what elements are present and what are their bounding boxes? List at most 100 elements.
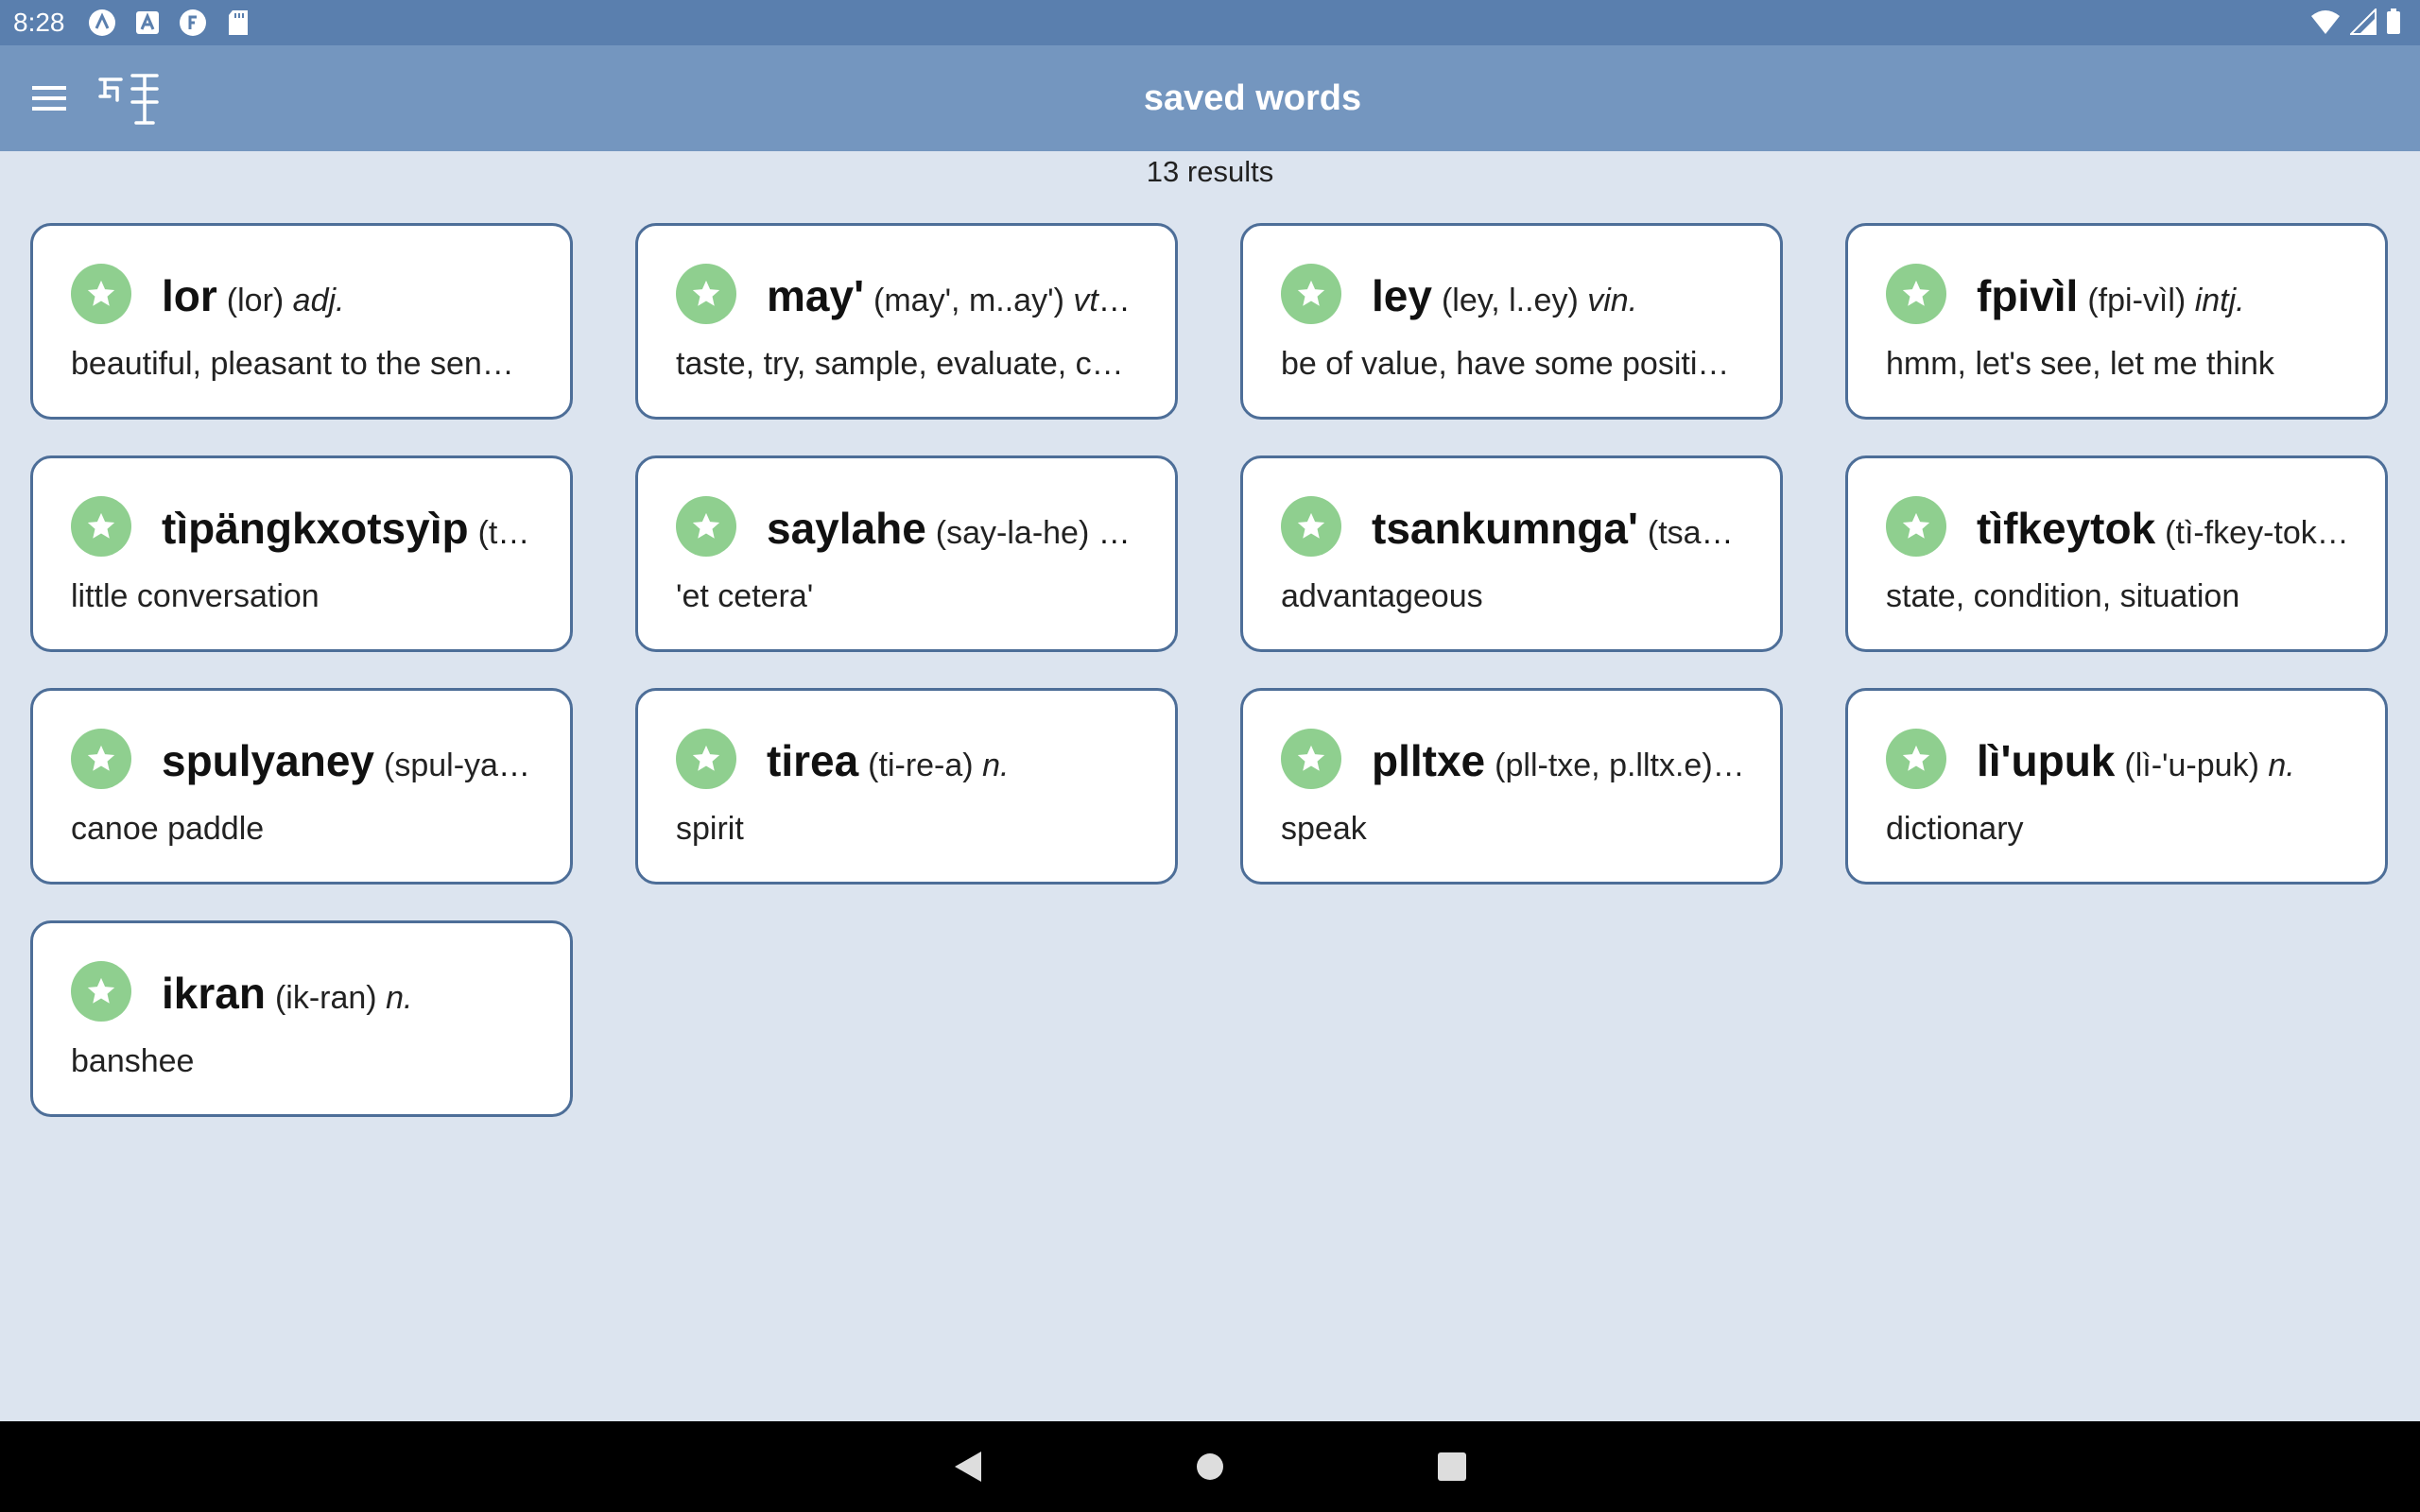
star-icon bbox=[1902, 280, 1930, 306]
word-title: tìpängkxotsyìp bbox=[162, 504, 469, 553]
pronunciation: (spul-ya-… bbox=[384, 747, 536, 783]
pronunciation: (ti-re-a) bbox=[868, 747, 974, 783]
definition: state, condition, situation bbox=[1886, 578, 2240, 614]
card-header: spulyaney (spul-ya-… bbox=[162, 732, 536, 794]
navigation-bar bbox=[0, 1421, 2420, 1512]
word-card[interactable]: tsankumnga' (tsan… advantageous bbox=[1240, 455, 1783, 652]
text-a-icon bbox=[132, 8, 163, 38]
favorite-star-button[interactable] bbox=[71, 961, 131, 1022]
star-icon bbox=[1297, 280, 1325, 306]
card-header: lì'upuk (lì-'u-puk) n. bbox=[1977, 732, 2351, 794]
home-icon bbox=[1197, 1453, 1223, 1480]
back-icon bbox=[955, 1452, 981, 1482]
pronunciation: (pll-txe, p.lltx.e)… bbox=[1495, 747, 1745, 783]
card-header: saylahe(say-la-he) a… bbox=[767, 500, 1141, 561]
card-header: tsankumnga' (tsan… bbox=[1372, 500, 1746, 561]
word-title: tirea bbox=[767, 736, 859, 785]
star-icon bbox=[692, 512, 720, 539]
star-icon bbox=[692, 745, 720, 771]
favorite-star-button[interactable] bbox=[71, 264, 131, 324]
card-header: tirea (ti-re-a) n. bbox=[767, 732, 1141, 794]
pronunciation: (ik-ran) bbox=[274, 980, 377, 1016]
part-of-speech: n. bbox=[2268, 747, 2295, 783]
favorite-star-button[interactable] bbox=[1281, 264, 1341, 324]
word-title: tsankumnga' bbox=[1372, 504, 1638, 553]
pronunciation: (tì-… bbox=[477, 515, 536, 551]
card-header: lor (lor) adj. bbox=[162, 267, 536, 329]
word-card[interactable]: ikran (ik-ran) n. banshee bbox=[30, 920, 573, 1117]
definition: speak bbox=[1281, 811, 1367, 847]
word-title: fpivìl bbox=[1977, 271, 2079, 320]
definition: dictionary bbox=[1886, 811, 2024, 847]
definition: 'et cetera' bbox=[676, 578, 814, 614]
word-title: lì'upuk bbox=[1977, 736, 2116, 785]
favorite-star-button[interactable] bbox=[676, 264, 736, 324]
card-header: ikran (ik-ran) n. bbox=[162, 965, 536, 1026]
definition: taste, try, sample, evaluate, c… bbox=[676, 346, 1124, 382]
favorite-star-button[interactable] bbox=[1281, 496, 1341, 557]
word-title: ikran bbox=[162, 969, 266, 1018]
part-of-speech: vin. bbox=[1587, 283, 1638, 318]
definition: advantageous bbox=[1281, 578, 1483, 614]
definition: hmm, let's see, let me think bbox=[1886, 346, 2274, 382]
saved-words-grid: lor (lor) adj. beautiful, pleasant to the … bbox=[30, 223, 2390, 1117]
word-card[interactable]: tirea (ti-re-a) n. spirit bbox=[635, 688, 1178, 885]
part-of-speech: n. bbox=[982, 747, 1010, 783]
word-card[interactable]: lì'upuk (lì-'u-puk) n. dictionary bbox=[1845, 688, 2388, 885]
star-icon bbox=[1297, 745, 1325, 771]
back-button[interactable] bbox=[945, 1444, 991, 1489]
word-card[interactable]: plltxe (pll-txe, p.lltx.e)… speak bbox=[1240, 688, 1783, 885]
part-of-speech: vtr… bbox=[1073, 283, 1141, 318]
star-icon bbox=[1902, 512, 1930, 539]
favorite-star-button[interactable] bbox=[676, 729, 736, 789]
pronunciation: (lì-'u-puk) bbox=[2124, 747, 2259, 783]
definition: beautiful, pleasant to the sen… bbox=[71, 346, 514, 382]
word-card[interactable]: lor (lor) adj. beautiful, pleasant to the … bbox=[30, 223, 573, 420]
results-count: 13 results bbox=[1146, 155, 1274, 188]
filter-button[interactable] bbox=[95, 68, 166, 129]
star-icon bbox=[87, 977, 115, 1004]
sd-card-icon bbox=[223, 8, 253, 38]
favorite-star-button[interactable] bbox=[1886, 264, 1946, 324]
part-of-speech: intj. bbox=[2194, 283, 2245, 318]
favorite-star-button[interactable] bbox=[71, 496, 131, 557]
part-of-speech: adj. bbox=[292, 283, 345, 318]
word-card[interactable]: tìpängkxotsyìp(tì-… little conversation bbox=[30, 455, 573, 652]
recents-icon bbox=[1438, 1452, 1466, 1481]
status-time: 8:28 bbox=[13, 8, 65, 37]
word-card[interactable]: saylahe(say-la-he) a… 'et cetera' bbox=[635, 455, 1178, 652]
word-card[interactable]: tìfkeytok (tì-fkey-tok… state, condition,… bbox=[1845, 455, 2388, 652]
favorite-star-button[interactable] bbox=[676, 496, 736, 557]
pronunciation: (tsan… bbox=[1647, 515, 1746, 551]
recents-button[interactable] bbox=[1429, 1444, 1475, 1489]
favorite-star-button[interactable] bbox=[1886, 496, 1946, 557]
favorite-star-button[interactable] bbox=[1886, 729, 1946, 789]
part-of-speech: a… bbox=[1098, 515, 1141, 551]
app-bar: saved words bbox=[0, 45, 2420, 151]
word-title: tìfkeytok bbox=[1977, 504, 2156, 553]
menu-button[interactable] bbox=[26, 76, 72, 121]
hamburger-menu-icon bbox=[32, 86, 66, 111]
word-card[interactable]: fpivìl (fpi-vìl) intj. hmm, let's see, let… bbox=[1845, 223, 2388, 420]
home-button[interactable] bbox=[1187, 1444, 1233, 1489]
word-title: ley bbox=[1372, 271, 1432, 320]
card-header: ley (ley, l..ey) vin. bbox=[1372, 267, 1746, 329]
status-notification-icons bbox=[87, 8, 253, 38]
word-card[interactable]: may' (may', m..ay') vtr… taste, try, sampl… bbox=[635, 223, 1178, 420]
card-header: fpivìl (fpi-vìl) intj. bbox=[1977, 267, 2351, 329]
pronunciation: (say-la-he) bbox=[935, 515, 1090, 551]
favorite-star-button[interactable] bbox=[1281, 729, 1341, 789]
pronunciation: (lor) bbox=[226, 283, 285, 318]
word-title: plltxe bbox=[1372, 736, 1486, 785]
favorite-star-button[interactable] bbox=[71, 729, 131, 789]
definition: canoe paddle bbox=[71, 811, 265, 847]
definition: banshee bbox=[71, 1043, 195, 1079]
star-icon bbox=[87, 280, 115, 306]
status-bar: 8:28 bbox=[0, 0, 2420, 45]
definition: be of value, have some positi… bbox=[1281, 346, 1730, 382]
word-card[interactable]: spulyaney (spul-ya-… canoe paddle bbox=[30, 688, 573, 885]
word-title: saylahe bbox=[767, 504, 926, 553]
word-card[interactable]: ley (ley, l..ey) vin. be of value, have so… bbox=[1240, 223, 1783, 420]
signal-icon bbox=[2348, 7, 2377, 40]
star-icon bbox=[1902, 745, 1930, 771]
